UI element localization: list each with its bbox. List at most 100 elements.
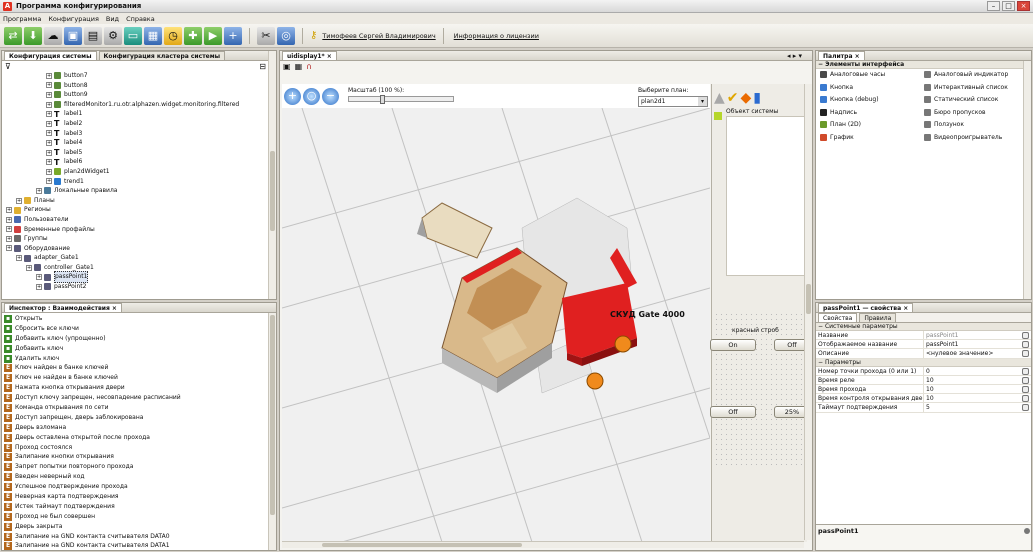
property-value[interactable]: 0 (924, 367, 1022, 375)
tab-properties[interactable]: Свойства (818, 313, 858, 322)
tree-item[interactable]: + filteredMonitor1.ru.otr.alphazen.widget… (2, 100, 268, 110)
interaction-item[interactable]: ▪ Добавить ключ (упрощенно) (2, 334, 268, 344)
license-info-link[interactable]: Информация о лицензии (454, 32, 539, 40)
palette-section[interactable]: − Элементы интерфейса (816, 61, 1031, 69)
interaction-item[interactable]: E Проход состоялся (2, 443, 268, 453)
edit-value-icon[interactable] (1022, 367, 1029, 375)
interaction-item[interactable]: E Нажата кнопка открывания двери (2, 383, 268, 393)
interaction-item[interactable]: E Залипание на GND контакта считывателя D… (2, 541, 268, 550)
tree-item[interactable]: + Tlabel1 (2, 109, 268, 119)
edit-value-icon[interactable] (1022, 332, 1029, 339)
design-canvas[interactable]: + ○ − Масштаб (100 %): Выберите план: pl… (282, 84, 710, 542)
expand-icon[interactable]: + (46, 168, 52, 175)
off-button[interactable]: Off (710, 406, 756, 418)
add-device-icon[interactable]: ✚ (184, 26, 202, 45)
tree-item[interactable]: + Планы (2, 196, 268, 206)
menu-configuration[interactable]: Конфигурация (48, 15, 99, 23)
palette-item[interactable]: Кнопка (820, 83, 853, 91)
save-all-icon[interactable]: ▤ (84, 26, 102, 45)
edit-value-icon[interactable] (1022, 385, 1029, 393)
floor-plan-3d[interactable]: СКУД Gate 4000 (282, 108, 710, 542)
tree-item[interactable]: + passPoint2 (2, 282, 268, 292)
palette-item[interactable]: Бюро пропусков (924, 108, 986, 116)
cloud-icon[interactable]: ☁ (44, 26, 62, 45)
interaction-item[interactable]: E Введен неверный код (2, 472, 268, 482)
expand-icon[interactable]: + (16, 197, 22, 204)
expand-icon[interactable]: + (46, 72, 52, 79)
expand-icon[interactable]: + (6, 216, 12, 223)
tab-palette[interactable]: Палитра × (818, 51, 865, 60)
editor-hscroll[interactable] (282, 541, 804, 548)
expand-icon[interactable]: + (36, 187, 42, 194)
palette-item[interactable]: Статический список (924, 96, 998, 103)
expand-icon[interactable]: + (46, 82, 52, 89)
palette-item[interactable]: План (2D) (820, 121, 861, 128)
expand-icon[interactable]: + (46, 101, 52, 108)
tree-item[interactable]: + Tlabel5 (2, 148, 268, 158)
expand-icon[interactable]: + (6, 245, 12, 252)
tree-item[interactable]: + passPoint1 (2, 271, 268, 284)
property-row[interactable]: Время прохода 10 (816, 384, 1031, 395)
interaction-item[interactable]: E Залипание кнопки открывания (2, 452, 268, 462)
tree-item[interactable]: + Группы (2, 234, 268, 244)
property-row[interactable]: Отображаемое название passPoint1 (816, 340, 1031, 350)
settings-icon[interactable]: ⚙ (104, 26, 122, 45)
globe-icon[interactable]: ◎ (277, 26, 295, 45)
palette-item[interactable]: Ползунок (924, 121, 964, 128)
maximize-button[interactable]: □ (1002, 1, 1015, 11)
tree-item[interactable]: + button9 (2, 90, 268, 100)
on-button[interactable]: On (710, 339, 756, 351)
interaction-item[interactable]: E Дверь оставлена открытой после прохода (2, 433, 268, 443)
tree-item[interactable]: + plan2dWidget1 (2, 167, 268, 177)
palette-item[interactable]: Кнопка (debug) (820, 96, 879, 103)
expand-icon[interactable]: + (46, 130, 52, 137)
interaction-item[interactable]: E Доступ запрещен, дверь заблокирована (2, 413, 268, 423)
tree-item[interactable]: + Временные профайлы (2, 225, 268, 235)
tab-inspector[interactable]: Инспектор : Взаимодействия × (4, 303, 122, 312)
grid-icon[interactable]: ▦ (295, 62, 303, 71)
property-row[interactable]: Описание <нулевое значение> (816, 349, 1031, 359)
tree-item[interactable]: + Пользователи (2, 215, 268, 225)
interaction-item[interactable]: E Проход не был совершен (2, 512, 268, 522)
calendar-icon[interactable]: ▦ (144, 26, 162, 45)
plan-select[interactable]: plan2d1 ▾ (638, 96, 708, 107)
interaction-item[interactable]: E Успешное подтверждение прохода (2, 482, 268, 492)
palette-item[interactable]: Надпись (820, 108, 857, 116)
interaction-item[interactable]: E Залипание на GND контакта считывателя D… (2, 532, 268, 542)
property-row[interactable]: Время контроля открывания двери 10 (816, 394, 1031, 404)
collapse-all-icon[interactable]: ⊟ (259, 62, 266, 71)
expand-icon[interactable]: + (46, 91, 52, 98)
checkmark-icon[interactable]: ✔ (727, 90, 739, 106)
clock-icon[interactable]: ◷ (164, 26, 182, 45)
tools-icon[interactable]: ✂ (257, 26, 275, 45)
tab-cluster-config[interactable]: Конфигурация кластера системы (98, 51, 226, 60)
edit-value-icon[interactable] (1022, 350, 1029, 358)
interaction-item[interactable]: E Истек таймаут подтверждения (2, 502, 268, 512)
property-row[interactable]: Номер точки прохода (0 или 1) 0 (816, 366, 1031, 376)
tree-item[interactable]: + Tlabel3 (2, 129, 268, 139)
palette-item[interactable]: Аналоговый индикатор (924, 71, 1008, 78)
expand-icon[interactable]: + (46, 159, 52, 166)
interaction-item[interactable]: E Ключ найден в банке ключей (2, 363, 268, 373)
alarm-bell-icon[interactable]: ◆ (741, 90, 752, 106)
property-row[interactable]: Название passPoint1 (816, 331, 1031, 341)
tree-item[interactable]: + Tlabel2 (2, 119, 268, 129)
resize-grip-icon[interactable] (1024, 528, 1030, 534)
expand-icon[interactable]: + (6, 235, 12, 242)
editor-vscroll[interactable] (804, 84, 812, 540)
expand-icon[interactable]: + (36, 274, 42, 281)
tree-item[interactable]: + Оборудование (2, 244, 268, 254)
expand-icon[interactable]: + (36, 283, 42, 290)
close-button[interactable]: × (1017, 1, 1030, 11)
zoom-in-icon[interactable]: + (284, 87, 301, 105)
inspector-scrollbar[interactable] (268, 313, 276, 550)
property-value[interactable]: passPoint1 (924, 331, 1022, 339)
edit-value-icon[interactable] (1022, 404, 1029, 412)
tab-properties-panel[interactable]: passPoint1 — свойства × (818, 303, 914, 312)
menu-program[interactable]: Программа (3, 15, 41, 23)
edit-value-icon[interactable] (1022, 376, 1029, 384)
tree-item[interactable]: + trend1 (2, 177, 268, 187)
interaction-item[interactable]: E Ключ не найден в банке ключей (2, 373, 268, 383)
zoom-reset-icon[interactable]: ○ (303, 87, 320, 105)
tree-item[interactable]: + adapter_Gate1 (2, 253, 268, 263)
